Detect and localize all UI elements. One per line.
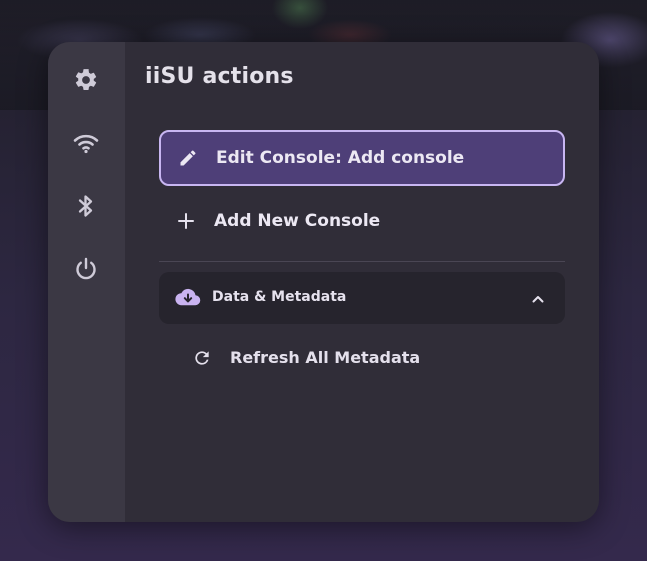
power-icon xyxy=(76,257,96,280)
bluetooth-button[interactable] xyxy=(68,188,104,224)
power-button[interactable] xyxy=(68,251,104,287)
actions-panel: iiSU actions Edit Console: Add console A… xyxy=(48,42,599,522)
data-metadata-section-toggle[interactable]: Data & Metadata xyxy=(159,272,565,324)
settings-button[interactable] xyxy=(68,62,104,98)
refresh-all-metadata-label: Refresh All Metadata xyxy=(230,348,421,367)
wifi-icon xyxy=(73,134,99,154)
sidebar xyxy=(48,42,125,522)
divider xyxy=(159,261,565,262)
add-new-console-label: Add New Console xyxy=(214,211,381,231)
plus-icon xyxy=(175,210,197,232)
data-metadata-label: Data & Metadata xyxy=(212,289,347,305)
panel-title: iiSU actions xyxy=(145,64,294,89)
cloud-download-icon xyxy=(175,287,201,309)
pencil-icon xyxy=(177,147,199,169)
refresh-all-metadata-button[interactable]: Refresh All Metadata xyxy=(178,336,565,380)
add-new-console-button[interactable]: Add New Console xyxy=(159,193,565,249)
edit-console-button[interactable]: Edit Console: Add console xyxy=(159,130,565,186)
bluetooth-icon xyxy=(78,195,93,217)
edit-console-label: Edit Console: Add console xyxy=(216,148,465,168)
refresh-icon xyxy=(192,348,212,368)
chevron-up-icon xyxy=(531,291,545,305)
gear-icon xyxy=(75,69,97,90)
wifi-button[interactable] xyxy=(68,125,104,161)
